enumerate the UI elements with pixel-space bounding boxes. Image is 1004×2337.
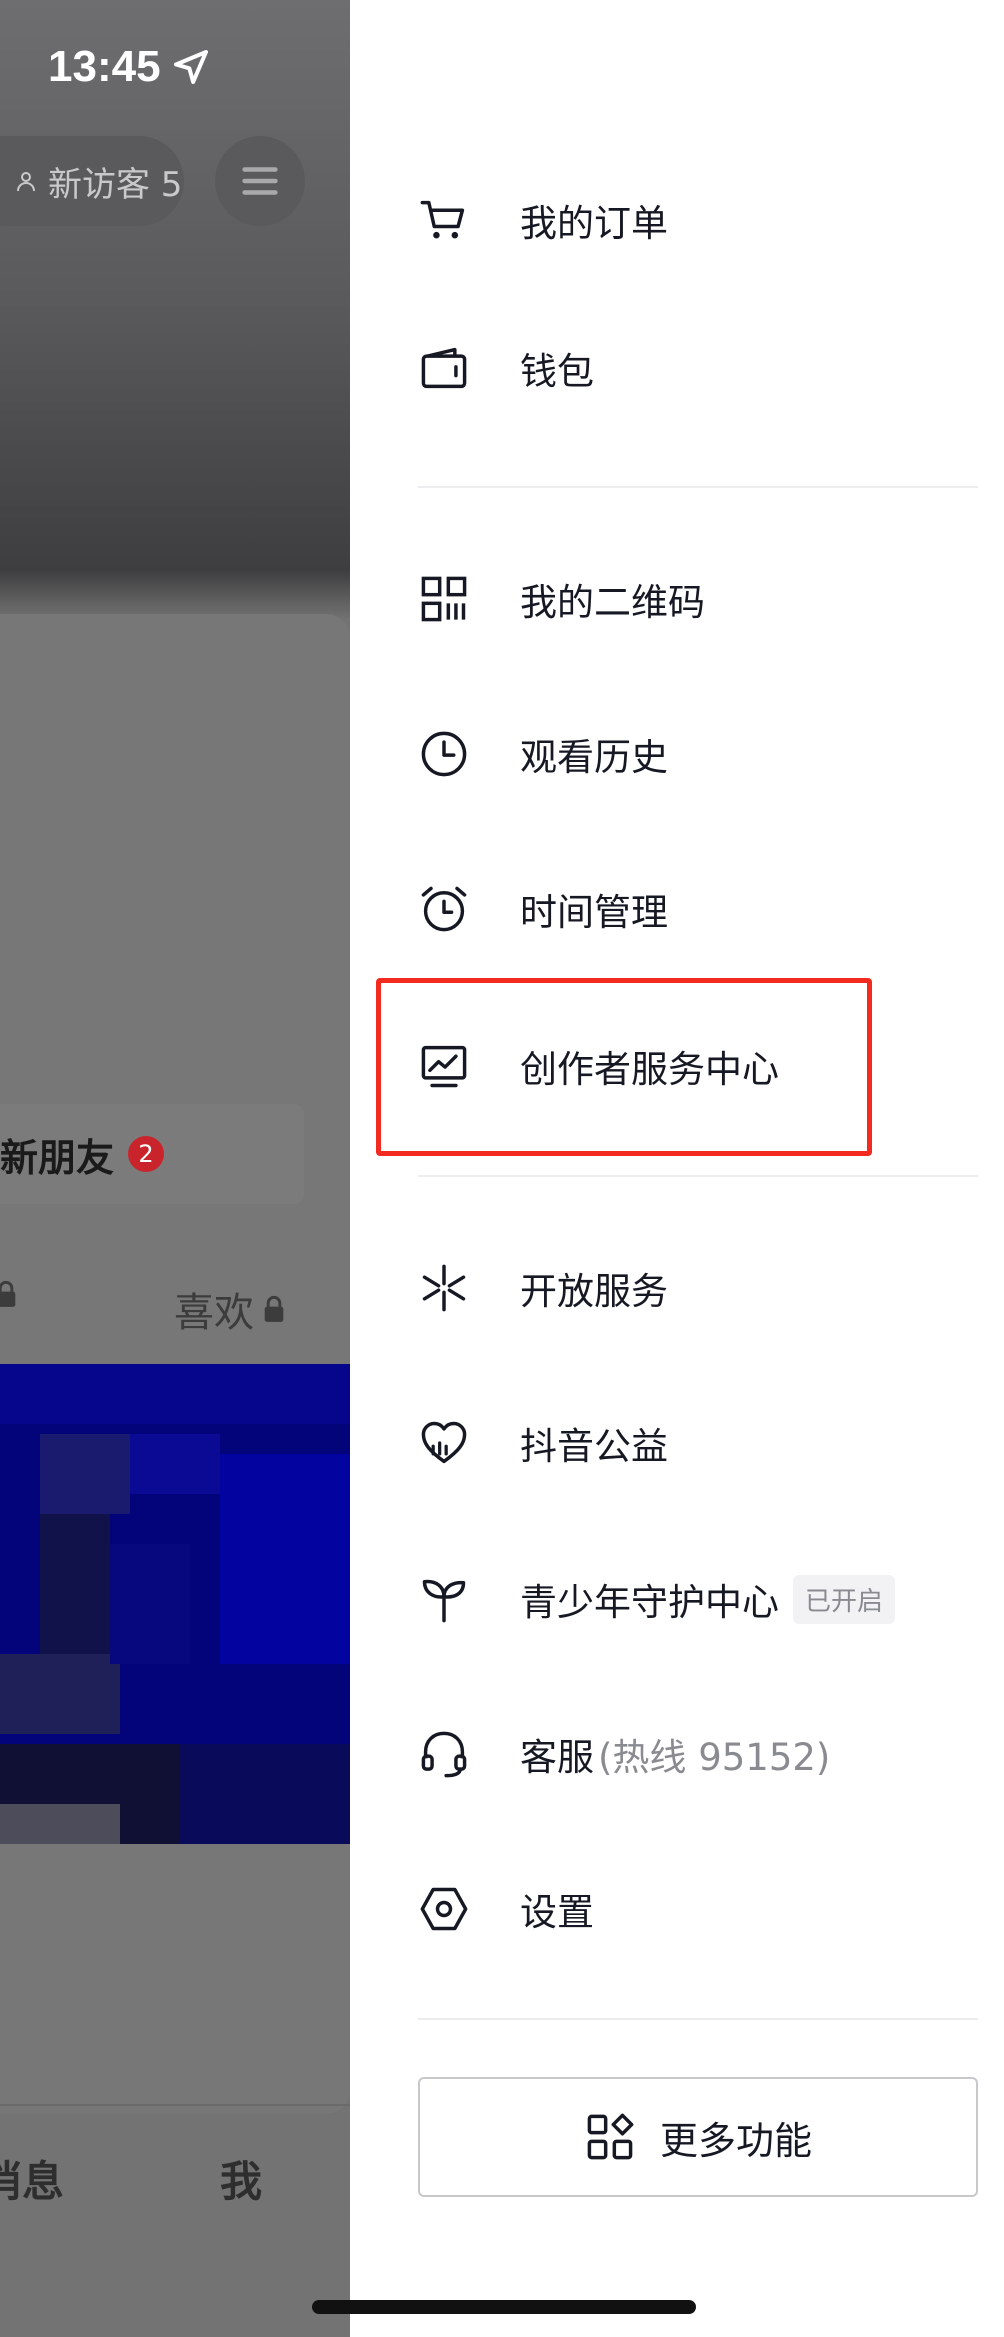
alarm-clock-icon	[418, 883, 470, 935]
menu-item-label: 钱包	[520, 350, 594, 393]
charity-heart-icon	[418, 1417, 470, 1469]
hamburger-menu-button[interactable]	[215, 136, 305, 226]
tab-likes-label: 喜欢	[174, 1290, 254, 1336]
menu-item-label: 客服	[520, 1736, 594, 1779]
nav-me-tab[interactable]: 我	[220, 2148, 262, 2209]
person-icon	[17, 172, 35, 192]
time-text: 13:45	[48, 42, 161, 91]
sprout-icon	[418, 1573, 470, 1625]
highlight-box	[376, 978, 872, 1156]
menu-item-label: 设置	[520, 1891, 594, 1934]
menu-item-label: 开放服务	[520, 1270, 668, 1313]
qr-code-icon	[418, 573, 470, 625]
menu-item-label: 观看历史	[520, 736, 668, 779]
more-features-grid-icon	[587, 2113, 634, 2160]
pixelated-image-art	[0, 1364, 350, 1844]
home-indicator[interactable]	[312, 2300, 696, 2314]
menu-item-label: 青少年守护中心	[520, 1581, 779, 1624]
lock-icon	[0, 1280, 16, 1307]
tab-locked-left[interactable]	[0, 1280, 18, 1308]
menu-item-label: 抖音公益	[520, 1425, 668, 1468]
menu-item-label: 时间管理	[520, 891, 668, 934]
headset-icon	[418, 1728, 470, 1780]
more-features-button[interactable]: 更多功能	[418, 2077, 978, 2197]
menu-item-wallet[interactable]: 钱包	[418, 308, 978, 428]
side-drawer-menu: 我的订单 钱包 我的二维码 观看历史 时间管理 创作者服务中心 开放服务 抖音公…	[350, 0, 1004, 2337]
new-friends-badge: 2	[128, 1136, 165, 1172]
hotline-text: (热线 95152)	[598, 1736, 831, 1779]
menu-item-settings[interactable]: 设置	[418, 1849, 978, 1969]
menu-item-charity[interactable]: 抖音公益	[418, 1383, 978, 1503]
nav-messages-tab[interactable]: 消息	[0, 2148, 64, 2209]
menu-item-label: 我的订单	[520, 202, 668, 245]
location-arrow-icon	[173, 50, 208, 84]
open-service-icon	[418, 1262, 470, 1314]
menu-divider	[418, 486, 978, 488]
more-features-label: 更多功能	[659, 2118, 812, 2163]
new-visitors-button[interactable]: 新访客 5	[0, 136, 184, 226]
menu-item-my-orders[interactable]: 我的订单	[418, 160, 978, 280]
new-friends-bar[interactable]: 新朋友 2	[0, 1104, 304, 1204]
menu-item-customer-service[interactable]: 客服 (热线 95152)	[418, 1694, 978, 1814]
tab-likes[interactable]: 喜欢	[174, 1280, 286, 1338]
bottom-nav-divider	[0, 2104, 350, 2106]
menu-item-watch-history[interactable]: 观看历史	[418, 694, 978, 814]
hamburger-icon	[242, 167, 278, 195]
cart-icon	[418, 194, 470, 246]
wallet-icon	[418, 342, 470, 394]
settings-hexagon-icon	[418, 1883, 470, 1935]
status-tag-enabled: 已开启	[793, 1574, 896, 1624]
lock-icon	[264, 1295, 284, 1322]
menu-divider	[418, 1175, 978, 1177]
menu-divider	[418, 2018, 978, 2020]
visitors-label: 新访客 5	[48, 164, 183, 205]
menu-item-youth-protection[interactable]: 青少年守护中心 已开启	[418, 1539, 978, 1659]
new-friends-label: 新朋友	[0, 1135, 115, 1180]
menu-item-label: 我的二维码	[520, 581, 705, 624]
clock-icon	[418, 728, 470, 780]
menu-item-my-qr-code[interactable]: 我的二维码	[418, 539, 978, 659]
pixelated-video-thumbnail[interactable]	[0, 1364, 350, 1844]
menu-item-open-service[interactable]: 开放服务	[418, 1228, 978, 1348]
menu-item-time-management[interactable]: 时间管理	[418, 849, 978, 969]
status-bar-time: 13:45	[48, 42, 211, 92]
background-profile-page: 13:45 新访客 5 新朋友 2 喜欢 消息 我	[0, 0, 350, 2337]
